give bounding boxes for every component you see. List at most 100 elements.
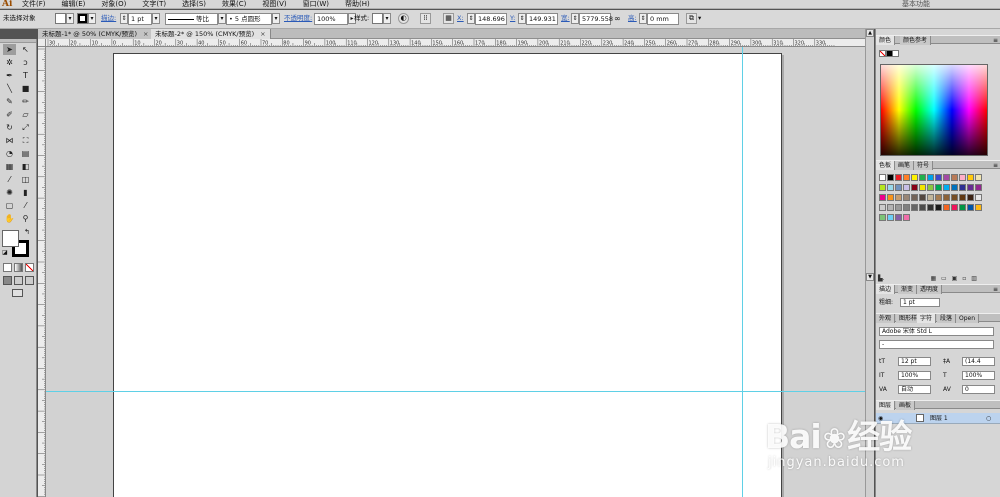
white-swatch[interactable] bbox=[892, 50, 899, 57]
close-icon[interactable]: × bbox=[260, 30, 265, 38]
blend-tool-icon[interactable]: ◫ bbox=[19, 174, 32, 185]
color-swatch[interactable] bbox=[895, 204, 902, 211]
tab-color-guide[interactable]: 颜色参考 bbox=[900, 36, 932, 45]
color-swatch[interactable] bbox=[975, 204, 982, 211]
color-swatch[interactable] bbox=[935, 174, 942, 181]
fill-dropdown-icon[interactable]: ▾ bbox=[66, 13, 74, 24]
recolor-artwork-icon[interactable]: ◐ bbox=[398, 13, 409, 24]
profile-dropdown-icon[interactable]: ▾ bbox=[218, 13, 226, 24]
direct-selection-tool-icon[interactable]: ↖ bbox=[19, 44, 32, 55]
menu-file[interactable]: 文件(F) bbox=[22, 0, 46, 8]
vertical-scale-input[interactable]: 100% bbox=[898, 371, 931, 380]
more-options-icon[interactable]: ▾ bbox=[698, 13, 701, 25]
color-swatch[interactable] bbox=[911, 174, 918, 181]
perspective-grid-tool-icon[interactable]: ▤ bbox=[19, 148, 32, 159]
default-colors-icon[interactable]: ◪ bbox=[2, 249, 8, 256]
color-swatch[interactable] bbox=[935, 184, 942, 191]
color-swatch[interactable] bbox=[927, 204, 934, 211]
menu-edit[interactable]: 编辑(E) bbox=[62, 0, 86, 8]
color-swatch[interactable] bbox=[879, 174, 886, 181]
draw-normal-icon[interactable] bbox=[3, 276, 12, 285]
graphic-style-swatch[interactable] bbox=[372, 13, 383, 24]
color-swatch[interactable] bbox=[887, 214, 894, 221]
color-swatch[interactable] bbox=[935, 204, 942, 211]
target-icon[interactable]: ○ bbox=[986, 414, 991, 423]
scroll-up-icon[interactable]: ▲ bbox=[866, 29, 874, 37]
draw-inside-icon[interactable] bbox=[25, 276, 34, 285]
color-swatch[interactable] bbox=[967, 174, 974, 181]
color-swatch[interactable] bbox=[903, 194, 910, 201]
y-field[interactable]: 149.931 bbox=[526, 13, 558, 25]
x-field[interactable]: 148.696 bbox=[475, 13, 507, 25]
lasso-tool-icon[interactable]: ↄ bbox=[19, 57, 32, 68]
stroke-color-swatch[interactable] bbox=[77, 13, 88, 24]
font-style-select[interactable]: - bbox=[879, 340, 994, 349]
color-swatch[interactable] bbox=[975, 194, 982, 201]
color-swatch[interactable] bbox=[887, 204, 894, 211]
scroll-down-icon[interactable]: ▼ bbox=[866, 273, 874, 281]
magic-wand-tool-icon[interactable]: ✲ bbox=[3, 57, 16, 68]
color-swatch[interactable] bbox=[967, 194, 974, 201]
color-swatch[interactable] bbox=[927, 174, 934, 181]
isolate-icon[interactable]: ⧉ bbox=[686, 13, 697, 24]
none-swatch[interactable] bbox=[879, 50, 886, 57]
tab-layers[interactable]: 图层 bbox=[876, 401, 896, 410]
tab-artboards[interactable]: 画板 bbox=[896, 401, 916, 410]
ruler-origin[interactable] bbox=[38, 39, 46, 47]
height-stepper[interactable]: ⇕ bbox=[639, 13, 647, 24]
artboard[interactable] bbox=[113, 53, 782, 497]
align-grid-icon[interactable]: ⁞⁞ bbox=[420, 13, 431, 24]
color-swatch[interactable] bbox=[959, 194, 966, 201]
tracking-input[interactable]: 0 bbox=[962, 385, 995, 394]
menu-select[interactable]: 选择(S) bbox=[182, 0, 206, 8]
color-swatch[interactable] bbox=[975, 174, 982, 181]
pen-tool-icon[interactable]: ✒ bbox=[3, 70, 16, 81]
font-family-select[interactable]: Adobe 宋体 Std L bbox=[879, 327, 994, 336]
free-transform-tool-icon[interactable]: ⛶ bbox=[19, 135, 32, 146]
mesh-tool-icon[interactable]: ▦ bbox=[3, 161, 16, 172]
tab-character[interactable]: 字符 bbox=[917, 314, 937, 323]
color-swatch[interactable] bbox=[911, 204, 918, 211]
stroke-dropdown-icon[interactable]: ▾ bbox=[88, 13, 96, 24]
close-icon[interactable]: × bbox=[143, 30, 148, 38]
color-swatch[interactable] bbox=[903, 204, 910, 211]
color-swatch[interactable] bbox=[927, 194, 934, 201]
menu-view[interactable]: 视图(V) bbox=[262, 0, 286, 8]
hand-tool-icon[interactable]: ✋ bbox=[3, 213, 16, 224]
font-size-input[interactable]: 12 pt bbox=[898, 357, 931, 366]
eyedropper-tool-icon[interactable]: ⁄ bbox=[3, 174, 16, 185]
color-swatch[interactable] bbox=[959, 204, 966, 211]
horizontal-ruler[interactable]: 30 20 10 0 10 20 30 40 50 60 70 80 90 100 110 120 130 140… bbox=[46, 39, 865, 47]
tab-gradient[interactable]: 渐变 bbox=[898, 285, 918, 294]
stroke-panel-link[interactable]: 描边: bbox=[101, 13, 116, 25]
vertical-guide[interactable] bbox=[742, 47, 743, 497]
color-swatch[interactable] bbox=[895, 184, 902, 191]
color-swatch[interactable] bbox=[975, 184, 982, 191]
transform-reference-icon[interactable]: ▦ bbox=[443, 13, 454, 24]
color-swatch[interactable] bbox=[919, 194, 926, 201]
color-swatch[interactable] bbox=[943, 194, 950, 201]
color-swatch[interactable] bbox=[943, 204, 950, 211]
horizontal-guide[interactable] bbox=[46, 391, 865, 392]
rotate-tool-icon[interactable]: ↻ bbox=[3, 122, 16, 133]
swatch-library-icon[interactable]: ▙. bbox=[878, 275, 885, 282]
none-mode-icon[interactable] bbox=[25, 263, 34, 272]
new-group-icon[interactable]: ▣ bbox=[952, 275, 958, 282]
symbol-sprayer-tool-icon[interactable]: ✺ bbox=[3, 187, 16, 198]
brush-definition-field[interactable]: • 5 点圆形 bbox=[226, 13, 272, 25]
slice-tool-icon[interactable]: ⁄ bbox=[19, 200, 32, 211]
menu-type[interactable]: 文字(T) bbox=[142, 0, 166, 8]
color-swatch[interactable] bbox=[879, 184, 886, 191]
color-swatch[interactable] bbox=[895, 214, 902, 221]
color-swatch[interactable] bbox=[951, 194, 958, 201]
color-swatch[interactable] bbox=[927, 184, 934, 191]
style-dropdown-icon[interactable]: ▾ bbox=[383, 13, 391, 24]
panel-menu-icon[interactable]: ≡ bbox=[993, 285, 998, 294]
paintbrush-tool-icon[interactable]: ✎ bbox=[3, 96, 16, 107]
tab-appearance[interactable]: 外观 bbox=[876, 314, 896, 323]
color-swatch[interactable] bbox=[967, 204, 974, 211]
color-swatch[interactable] bbox=[887, 174, 894, 181]
tab-stroke[interactable]: 描边 bbox=[876, 285, 896, 294]
leading-input[interactable]: (14.4 bbox=[962, 357, 995, 366]
color-swatch[interactable] bbox=[919, 204, 926, 211]
